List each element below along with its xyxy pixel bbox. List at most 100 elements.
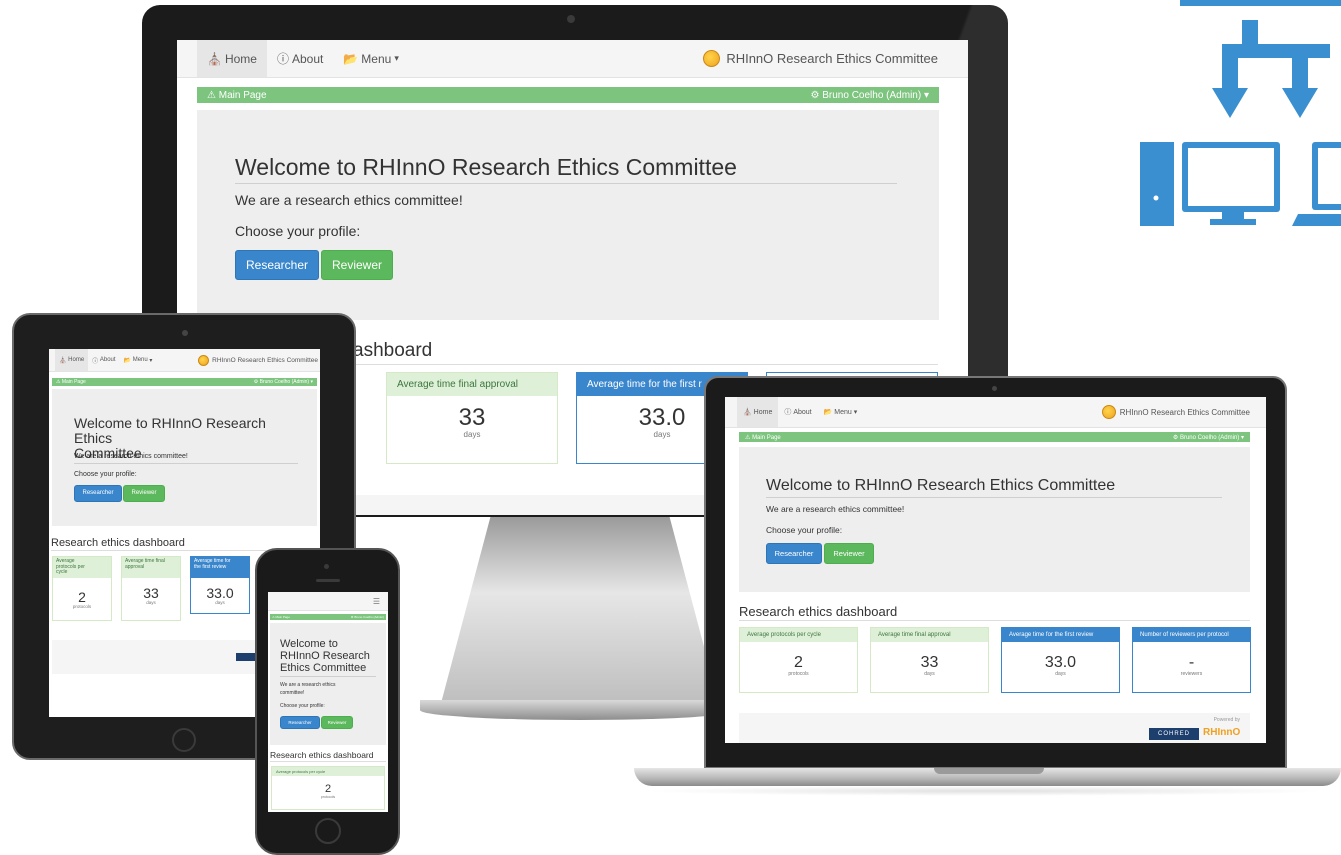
breadcrumb[interactable]: ⚠ Main Page [272, 615, 290, 619]
caret-down-icon: ▾ [394, 53, 399, 63]
nav-home[interactable]: ⛪ Home [197, 40, 267, 77]
breadcrumb-bar: ⚠ Main Page ⚙ Bruno Coelho (Admin) ▾ [197, 87, 939, 103]
warning-icon: ⚠ [56, 379, 61, 385]
card-unit: days [146, 600, 156, 605]
user-menu[interactable]: ⚙ Bruno Coelho (Admin) ▾ [1173, 434, 1244, 441]
card-first-review: Average time for the first review 33.0 d… [1001, 627, 1120, 693]
welcome-panel: Welcome to RHInnO Research Ethics Commit… [270, 623, 386, 745]
card-value: 2 [78, 589, 86, 605]
navbar: ⛪ Home ⓘ About 📂 Menu ▾ RHInnO Research … [49, 349, 320, 372]
folder-icon: 📂 [123, 357, 132, 364]
brand[interactable]: RHInnO Research Ethics Committee [198, 354, 318, 366]
warning-icon: ⚠ [272, 615, 275, 619]
warning-icon: ⚠ [207, 89, 216, 101]
user-menu[interactable]: ⚙ Bruno Coelho (Admin) ▾ [254, 379, 313, 385]
tagline: We are a research ethics committee! [74, 453, 188, 460]
caret-down-icon: ▾ [1240, 434, 1244, 441]
researcher-button[interactable]: Researcher [235, 250, 319, 280]
nav-about[interactable]: ⓘ About [88, 356, 119, 365]
tablet-home-button[interactable] [172, 728, 196, 752]
nav-about[interactable]: ⓘ About [267, 50, 333, 67]
choose-profile-label: Choose your profile: [766, 525, 843, 535]
welcome-panel: Welcome to RHInnO Research Ethics Commit… [197, 110, 939, 320]
breadcrumb-bar: ⚠ Main Page ⚙ Bruno Coelho (Admin) [270, 614, 386, 620]
logo-icon [198, 354, 210, 366]
laptop-screen: ⛪ Home ⓘ About 📂 Menu ▾ RHInnO Research … [725, 397, 1266, 743]
user-menu[interactable]: ⚙ Bruno Coelho (Admin) [351, 615, 384, 619]
phone-camera [324, 564, 329, 569]
caret-down-icon: ▾ [923, 89, 929, 101]
monitor-stand-base [420, 700, 740, 720]
tablet-camera [182, 330, 188, 336]
tagline: We are a research ethics committee! [766, 504, 905, 514]
choose-profile-label: Choose your profile: [235, 223, 361, 239]
reviewer-button[interactable]: Reviewer [123, 485, 165, 502]
logo-icon [703, 50, 721, 67]
card-unit: days [215, 600, 225, 605]
choose-profile-label: Choose your profile: [74, 471, 137, 478]
logo-icon [1101, 405, 1116, 419]
researcher-button[interactable]: Researcher [74, 485, 122, 502]
reviewer-button[interactable]: Reviewer [321, 716, 353, 729]
nav-home[interactable]: ⛪ Home [55, 349, 89, 371]
folder-icon: 📂 [343, 51, 359, 66]
cohred-logo: COHRED [1149, 728, 1199, 740]
card-value: 33 [143, 585, 159, 601]
card-unit: days [924, 671, 935, 677]
monitor-camera [567, 15, 575, 23]
phone-speaker [316, 579, 340, 582]
card-title: Average time for the first review [191, 557, 249, 578]
laptop-camera [992, 386, 997, 391]
reviewer-button[interactable]: Reviewer [824, 543, 874, 564]
dashboard-title: ashboard [353, 340, 938, 365]
home-icon: ⛪ [207, 51, 222, 66]
navbar: ⛪ Home ⓘ About 📂 Menu ▾ RHInnO Research Ethi… [177, 40, 968, 78]
nav-about[interactable]: ⓘ About [778, 407, 817, 417]
nav-menu[interactable]: 📂 Menu ▾ [120, 357, 157, 364]
breadcrumb[interactable]: ⚠ Main Page [207, 90, 267, 101]
researcher-button[interactable]: Researcher [766, 543, 822, 564]
hamburger-icon[interactable]: ☰ [373, 597, 380, 606]
card-protocols: Average protocols per cycle 2 protocols [52, 556, 112, 621]
researcher-button[interactable]: Researcher [280, 716, 320, 729]
nav-home[interactable]: ⛪ Home [737, 397, 779, 427]
card-value: 2 [324, 783, 332, 795]
card-final-approval: Average time final approval 33 days [121, 556, 181, 621]
info-icon: ⓘ [92, 358, 99, 365]
nav-menu[interactable]: 📂 Menu ▾ [333, 52, 409, 66]
card-title: Average protocols per cycle [272, 767, 384, 776]
phone-home-button[interactable] [315, 818, 341, 844]
user-menu[interactable]: ⚙ Bruno Coelho (Admin) ▾ [811, 90, 930, 101]
card-title: Average protocols per cycle [53, 557, 111, 578]
gear-icon: ⚙ [810, 89, 820, 101]
network-diagram [1140, 0, 1341, 226]
welcome-panel: Welcome to RHInnO Research Ethics Commit… [739, 447, 1250, 592]
card-value: 2 [794, 654, 803, 671]
breadcrumb[interactable]: ⚠ Main Page [745, 434, 781, 441]
page-title: Welcome to RHInnO Research Ethics Commit… [280, 638, 376, 677]
card-title: Average time final approval [871, 628, 988, 642]
dashboard-title: Research ethics dashboard [270, 750, 386, 762]
navbar: ☰ [268, 592, 388, 611]
card-value: 33.0 [1044, 654, 1077, 671]
card-final-approval: Average time final approval 33 days [386, 372, 558, 464]
card-unit: protocols [320, 795, 336, 799]
card-protocols: Average protocols per cycle 2 protocols [271, 766, 385, 810]
nav-menu[interactable]: 📂 Menu ▾ [818, 408, 864, 417]
caret-down-icon: ▾ [853, 409, 858, 416]
choose-profile-label: Choose your profile: [280, 703, 325, 709]
reviewer-button[interactable]: Reviewer [321, 250, 393, 280]
brand[interactable]: RHInnO Research Ethics Committee [1101, 405, 1250, 419]
info-icon: ⓘ [784, 409, 792, 416]
tagline: We are a research ethics committee! [235, 192, 463, 208]
monitor-stand [440, 517, 720, 707]
card-value: 33.0 [206, 585, 234, 601]
card-value: 33 [458, 404, 486, 431]
brand[interactable]: RHInnO Research Ethics Committee [703, 50, 938, 67]
phone-screen: ☰ ⚠ Main Page ⚙ Bruno Coelho (Admin) Wel… [268, 592, 388, 812]
home-icon: ⛪ [743, 409, 752, 416]
page-title: Welcome to RHInnO Research Ethics Commit… [235, 154, 897, 184]
breadcrumb[interactable]: ⚠ Main Page [56, 379, 86, 385]
floor-shadow [640, 786, 1330, 796]
card-reviewers: Number of reviewers per protocol - revie… [1132, 627, 1251, 693]
